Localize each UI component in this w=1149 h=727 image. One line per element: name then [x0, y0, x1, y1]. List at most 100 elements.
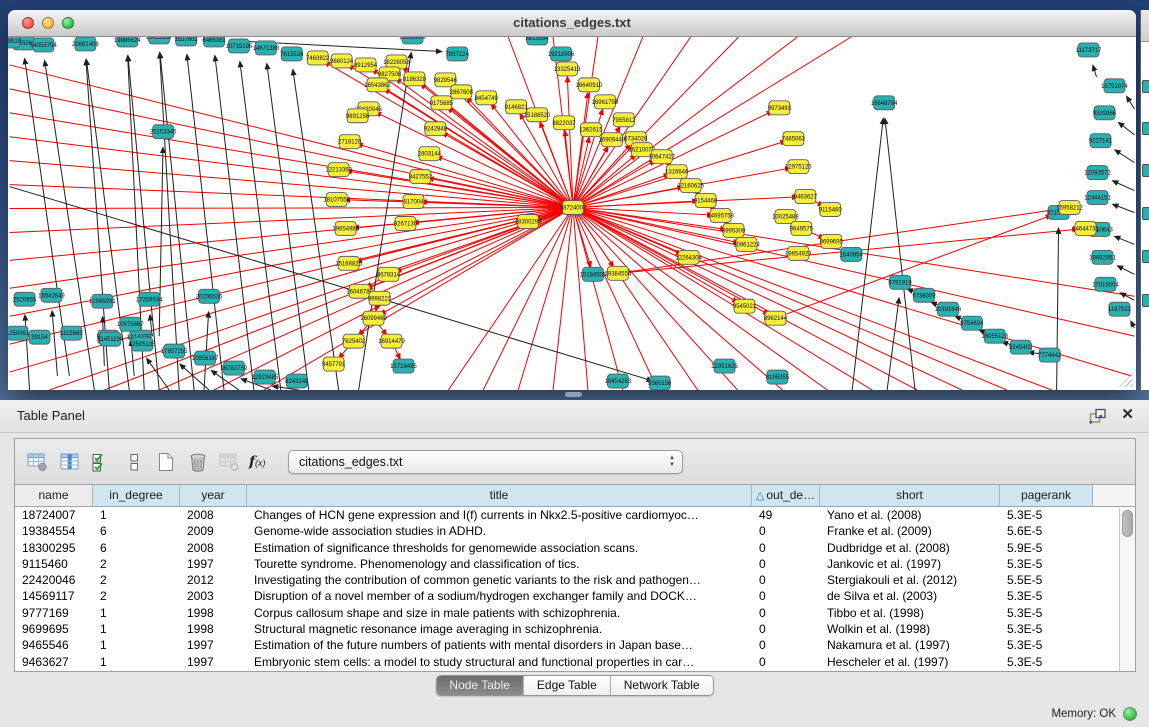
- graph-node[interactable]: 12444151: [1084, 191, 1111, 205]
- graph-node[interactable]: 9245402: [1009, 340, 1033, 354]
- table-settings-icon[interactable]: [25, 450, 51, 474]
- graph-node[interactable]: 17957255: [161, 344, 188, 358]
- graph-node[interactable]: 9154468: [694, 194, 718, 208]
- function-builder-icon[interactable]: f(x): [249, 454, 266, 470]
- graph-node[interactable]: 12975125: [785, 160, 812, 174]
- graph-node[interactable]: 8186328: [403, 72, 427, 86]
- column-header-in_degree[interactable]: in_degree: [93, 485, 180, 507]
- graph-node[interactable]: 9227141: [1089, 134, 1113, 148]
- graph-node[interactable]: 9545021: [733, 299, 757, 313]
- table-row[interactable]: 946362711997Embryonic stem cells: a mode…: [15, 654, 1135, 670]
- graph-node[interactable]: 15716485: [390, 359, 417, 373]
- graph-node[interactable]: 7857224: [446, 47, 470, 61]
- graph-node[interactable]: 15188520: [524, 108, 551, 122]
- graph-node[interactable]: 9973493: [768, 101, 792, 115]
- graph-node[interactable]: 16914479: [378, 334, 405, 348]
- graph-node[interactable]: 11451194: [97, 332, 123, 346]
- scrollbar-thumb[interactable]: [1122, 510, 1133, 537]
- split-divider-handle[interactable]: [565, 392, 582, 397]
- graph-node[interactable]: 14671388: [253, 41, 280, 55]
- graph-node[interactable]: 10653287: [146, 37, 173, 44]
- graph-node[interactable]: 9329966: [1093, 106, 1117, 120]
- table-row[interactable]: 969969511998Structural magnetic resonanc…: [15, 621, 1135, 637]
- column-visibility-icon[interactable]: [57, 450, 83, 474]
- graph-node[interactable]: 18300295: [515, 214, 542, 228]
- close-panel-icon[interactable]: ✕: [1121, 405, 1134, 423]
- graph-node[interactable]: 8195055: [766, 370, 790, 384]
- table-row[interactable]: 911546021997Tourette syndrome. Phenomeno…: [15, 556, 1135, 572]
- graph-node[interactable]: 16640910: [576, 78, 603, 92]
- table-mode-icon[interactable]: [121, 450, 147, 474]
- graph-node[interactable]: 8822037: [552, 116, 576, 130]
- graph-node[interactable]: 2803144: [418, 147, 442, 161]
- column-header-year[interactable]: year: [180, 485, 247, 507]
- graph-node[interactable]: 10391646: [935, 302, 962, 316]
- graph-node[interactable]: 1139919: [8, 37, 22, 48]
- graph-node[interactable]: 9175685: [430, 96, 454, 110]
- graph-node[interactable]: 10961224: [733, 237, 760, 251]
- graph-node[interactable]: 8454749: [475, 91, 499, 105]
- graph-node[interactable]: 1350061: [8, 326, 30, 340]
- create-column-icon[interactable]: [153, 450, 179, 474]
- network-canvas[interactable]: 1355061140557542089140619886624106532871…: [8, 37, 1136, 390]
- graph-node[interactable]: 9660124: [330, 54, 354, 68]
- graph-node[interactable]: 7463822: [306, 51, 330, 65]
- graph-node[interactable]: 817004: [403, 195, 424, 209]
- graph-node[interactable]: 12505135: [129, 337, 156, 351]
- table-row[interactable]: 1456911722003Disruption of a novel membe…: [15, 588, 1135, 604]
- graph-node[interactable]: 12065931: [89, 294, 116, 308]
- memory-status-indicator[interactable]: [1123, 707, 1137, 721]
- column-header-out_de[interactable]: △out_de…: [752, 485, 820, 507]
- graph-node[interactable]: 15542849: [38, 288, 65, 302]
- graph-node[interactable]: 2718120: [338, 135, 362, 149]
- graph-node[interactable]: 8912954: [354, 58, 378, 72]
- graph-node[interactable]: 7774442: [1038, 348, 1062, 362]
- row-selection-icon[interactable]: [89, 450, 115, 474]
- graph-node[interactable]: 12160626: [677, 179, 704, 193]
- graph-node[interactable]: 12923485: [252, 370, 279, 384]
- graph-node[interactable]: 12093572: [1084, 166, 1111, 180]
- table-row[interactable]: 1830029562008Estimation of significance …: [15, 540, 1135, 556]
- graph-node[interactable]: 8267130: [394, 216, 418, 230]
- graph-node[interactable]: 18107554: [323, 193, 350, 207]
- tab-edge-table[interactable]: Edge Table: [523, 676, 610, 695]
- graph-node[interactable]: 7485063: [782, 132, 806, 146]
- graph-node[interactable]: 17359934: [136, 292, 163, 306]
- background-window-sliver[interactable]: [1140, 10, 1149, 390]
- column-header-short[interactable]: short: [820, 485, 1000, 507]
- column-header-title[interactable]: title: [247, 485, 752, 507]
- graph-node[interactable]: 12264304: [675, 250, 702, 264]
- graph-node[interactable]: 16909448: [599, 133, 626, 147]
- graph-node[interactable]: 17016504: [1092, 277, 1119, 291]
- table-row[interactable]: 2242004622012Investigating the contribut…: [15, 572, 1135, 588]
- column-header-pagerank[interactable]: pagerank: [1000, 485, 1093, 507]
- graph-node[interactable]: 13325419: [554, 62, 581, 76]
- graph-node[interactable]: 7955812: [612, 113, 636, 127]
- graph-node[interactable]: 20206536: [196, 289, 223, 303]
- graph-node[interactable]: 1362615: [579, 123, 603, 137]
- graph-node[interactable]: 10975887: [117, 317, 144, 331]
- graph-node[interactable]: 7625402: [342, 334, 366, 348]
- graph-node[interactable]: 19218906: [548, 47, 575, 61]
- tab-node-table[interactable]: Node Table: [436, 676, 523, 695]
- table-selector-dropdown[interactable]: citations_edges.txt ▲▼: [288, 450, 683, 474]
- column-header-name[interactable]: name: [15, 485, 93, 507]
- graph-node[interactable]: 20891406: [72, 37, 99, 51]
- graph-node[interactable]: 14055754: [30, 38, 57, 52]
- graph-node[interactable]: 19384554: [605, 266, 632, 280]
- graph-node[interactable]: 12351626: [711, 359, 738, 373]
- graph-node[interactable]: 1316646: [665, 165, 689, 179]
- graph-node[interactable]: 16033809: [399, 37, 426, 44]
- table-row[interactable]: 1938455462009Genome-wide association stu…: [15, 523, 1135, 539]
- graph-node[interactable]: 16961758: [592, 95, 619, 109]
- graph-node[interactable]: 1640954: [840, 247, 864, 261]
- table-row[interactable]: 977716911998Corpus callosum shape and si…: [15, 605, 1135, 621]
- graph-node[interactable]: 10647427: [648, 150, 675, 164]
- graph-node[interactable]: 12213363: [325, 163, 352, 177]
- graph-node[interactable]: 19654985: [332, 221, 359, 235]
- graph-node[interactable]: 19886624: [114, 37, 141, 47]
- graph-node[interactable]: 9560156: [648, 376, 672, 390]
- graph-node[interactable]: 19654923: [785, 246, 812, 260]
- graph-node[interactable]: 16055128: [982, 329, 1009, 343]
- graph-node[interactable]: 9146821: [505, 100, 529, 114]
